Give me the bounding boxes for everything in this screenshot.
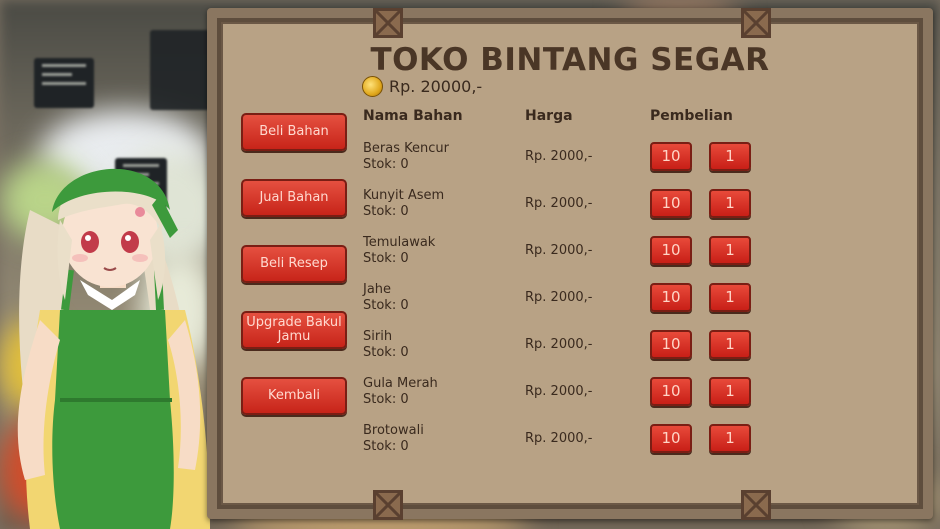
buy-1-button[interactable]: 1: [709, 283, 751, 312]
buy-1-button[interactable]: 1: [709, 377, 751, 406]
item-name: Beras Kencur: [363, 141, 449, 156]
item-price: Rp. 2000,-: [525, 431, 593, 446]
item-price: Rp. 2000,-: [525, 243, 593, 258]
buy-10-button[interactable]: 10: [650, 142, 692, 171]
item-row: Temulawak Stok: 0 Rp. 2000,- 10 1: [0, 235, 940, 275]
item-row: Sirih Stok: 0 Rp. 2000,- 10 1: [0, 329, 940, 369]
buy-10-button[interactable]: 10: [650, 377, 692, 406]
item-row: Beras Kencur Stok: 0 Rp. 2000,- 10 1: [0, 141, 940, 181]
item-name: Brotowali: [363, 423, 424, 438]
corner-bolt-icon: [373, 8, 403, 38]
money-display: Rp. 20000,-: [362, 76, 482, 97]
item-row: Brotowali Stok: 0 Rp. 2000,- 10 1: [0, 423, 940, 463]
header-harga: Harga: [525, 108, 573, 124]
item-price: Rp. 2000,-: [525, 384, 593, 399]
item-row: Gula Merah Stok: 0 Rp. 2000,- 10 1: [0, 376, 940, 416]
corner-bolt-icon: [741, 490, 771, 520]
item-name: Jahe: [363, 282, 392, 297]
item-name: Kunyit Asem: [363, 188, 445, 203]
item-name: Gula Merah: [363, 376, 438, 391]
buy-10-button[interactable]: 10: [650, 330, 692, 359]
item-row: Jahe Stok: 0 Rp. 2000,- 10 1: [0, 282, 940, 322]
shop-title: TOKO BINTANG SEGAR: [370, 42, 770, 78]
coin-icon: [362, 76, 383, 97]
buy-10-button[interactable]: 10: [650, 189, 692, 218]
item-price: Rp. 2000,-: [525, 337, 593, 352]
header-nama-bahan: Nama Bahan: [363, 108, 463, 124]
buy-10-button[interactable]: 10: [650, 236, 692, 265]
buy-1-button[interactable]: 1: [709, 142, 751, 171]
buy-1-button[interactable]: 1: [709, 424, 751, 453]
item-row: Kunyit Asem Stok: 0 Rp. 2000,- 10 1: [0, 188, 940, 228]
buy-1-button[interactable]: 1: [709, 189, 751, 218]
item-price: Rp. 2000,-: [525, 290, 593, 305]
corner-bolt-icon: [741, 8, 771, 38]
item-price: Rp. 2000,-: [525, 196, 593, 211]
item-stock: Stok: 0: [363, 345, 409, 360]
item-stock: Stok: 0: [363, 439, 409, 454]
item-stock: Stok: 0: [363, 204, 409, 219]
item-stock: Stok: 0: [363, 392, 409, 407]
header-pembelian: Pembelian: [650, 108, 733, 124]
item-stock: Stok: 0: [363, 157, 409, 172]
buy-1-button[interactable]: 1: [709, 236, 751, 265]
item-name: Temulawak: [363, 235, 436, 250]
buy-10-button[interactable]: 10: [650, 424, 692, 453]
item-stock: Stok: 0: [363, 251, 409, 266]
money-amount: Rp. 20000,-: [389, 77, 483, 96]
item-name: Sirih: [363, 329, 393, 344]
buy-1-button[interactable]: 1: [709, 330, 751, 359]
item-price: Rp. 2000,-: [525, 149, 593, 164]
buy-10-button[interactable]: 10: [650, 283, 692, 312]
corner-bolt-icon: [373, 490, 403, 520]
item-stock: Stok: 0: [363, 298, 409, 313]
